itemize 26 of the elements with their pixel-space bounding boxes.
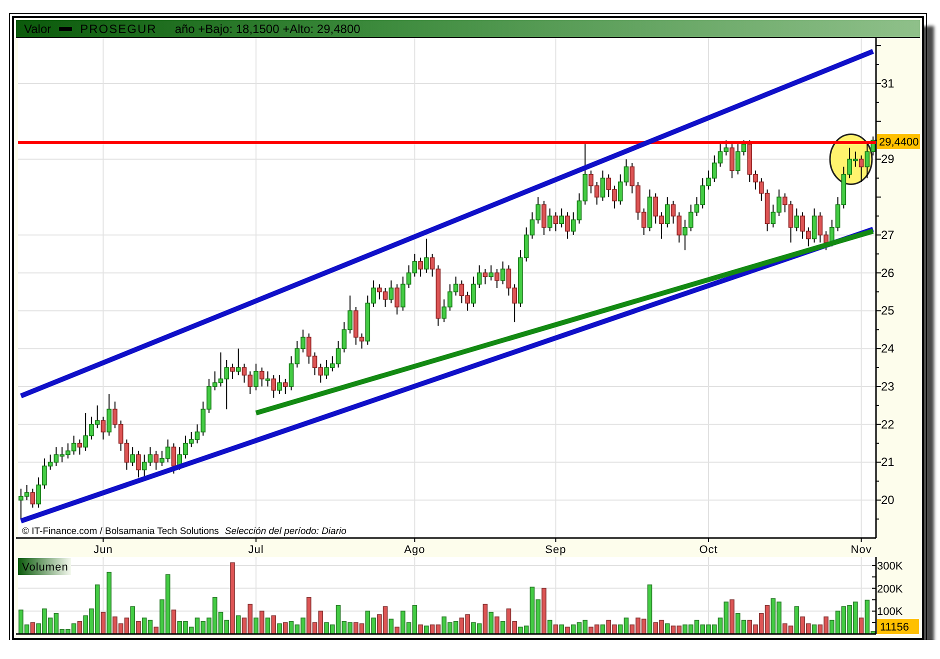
axis-label: Sep [545, 544, 566, 556]
axis-label: Nov [850, 544, 872, 556]
axis-label: 26 [881, 266, 894, 280]
axis-label: 300K [877, 560, 903, 572]
field-label: Valor [24, 22, 52, 36]
axis-label: Oct [699, 544, 718, 556]
axis-label: 24 [881, 342, 894, 356]
axis-label: Ago [404, 544, 426, 556]
axis-label: Jul [248, 544, 264, 556]
axis-label: 200K [877, 583, 903, 596]
price-tag: 29,4400 [877, 134, 920, 150]
period-text: Selección del período: Diario [224, 526, 346, 537]
axis-label: Jun [94, 544, 113, 556]
axis-label: 21 [881, 455, 894, 470]
axis-label: 25 [881, 304, 894, 318]
axis-label: 20 [881, 493, 894, 508]
volume-tag: 11156 [877, 619, 919, 634]
axis-label: 22 [881, 417, 894, 432]
price-range: año +Bajo: 18,1500 +Alto: 29,4800 [174, 22, 360, 36]
symbol-name: PROSEGUR [80, 22, 157, 36]
axis-label: 27 [881, 228, 894, 242]
axis-label: 100K [877, 606, 903, 618]
axis-label: 23 [881, 379, 894, 394]
copyright-text: © IT-Finance.com / Bolsamania Tech Solutions [22, 526, 219, 537]
axis-label: 31 [881, 76, 894, 90]
axis-label: 29 [881, 152, 894, 166]
